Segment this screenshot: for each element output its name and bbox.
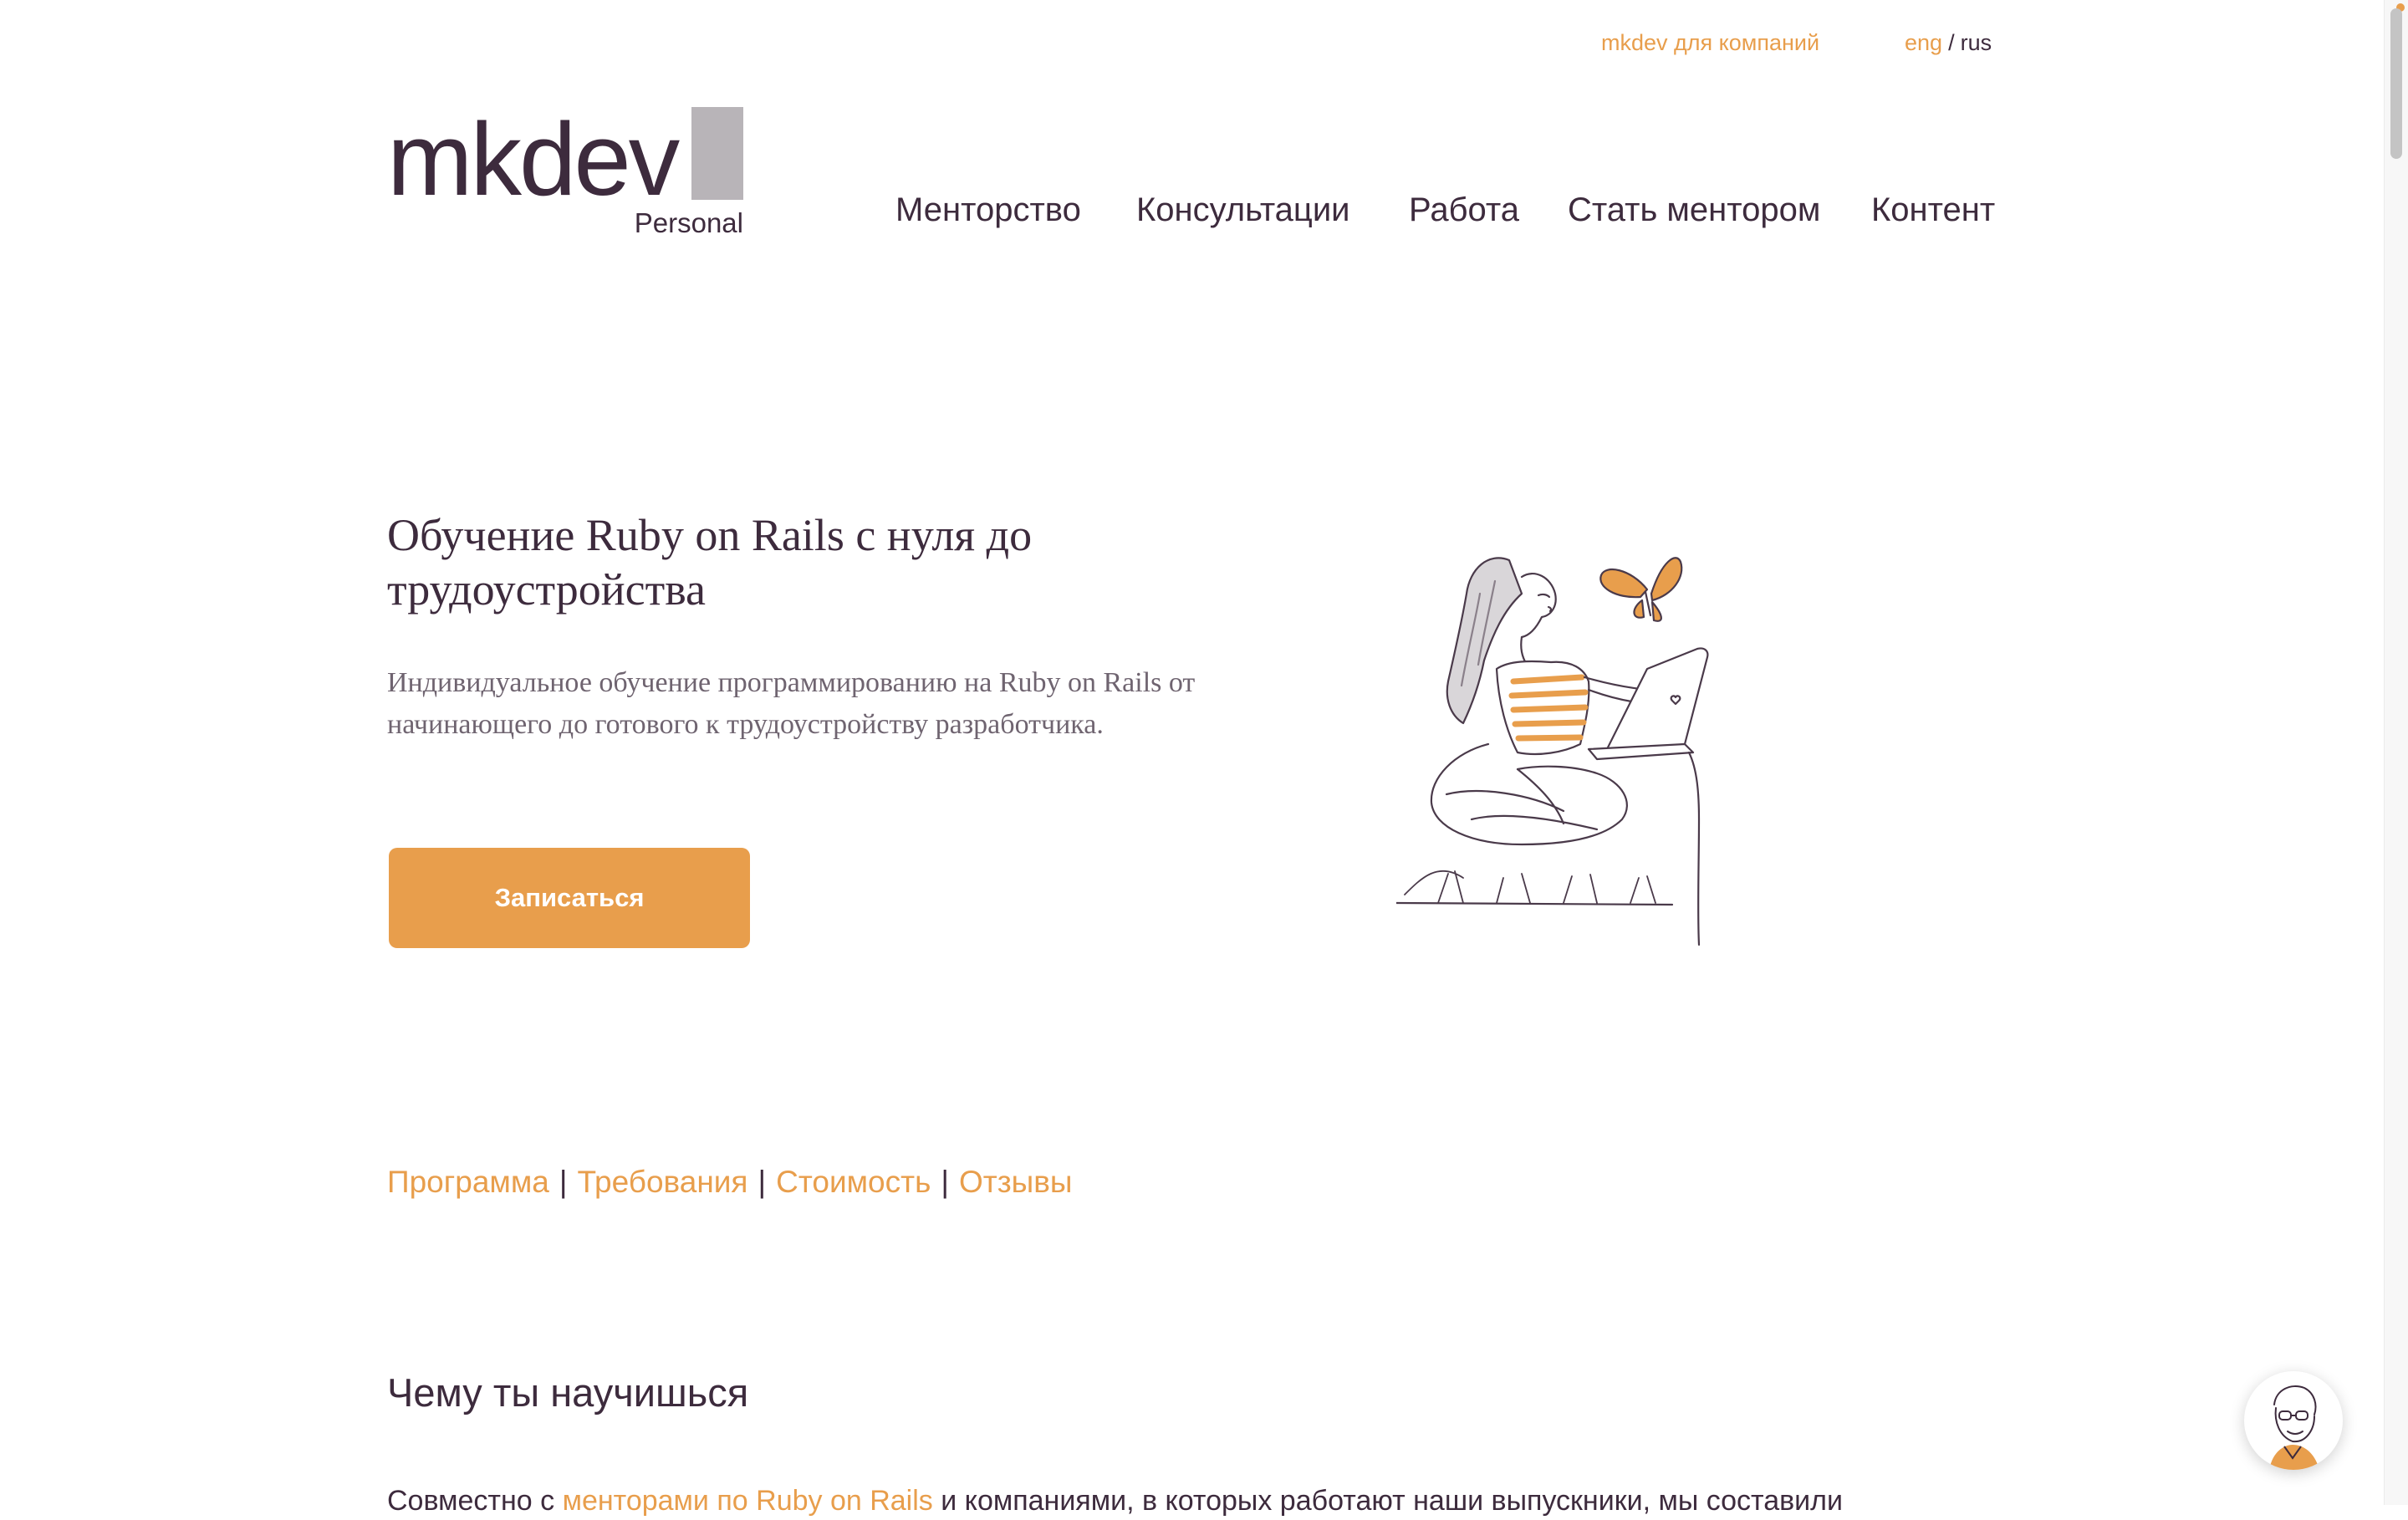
scrollbar-thumb[interactable] (2390, 8, 2402, 159)
nav-item-mentorship[interactable]: Менторство (895, 189, 1081, 231)
anchor-separator: | (758, 1165, 767, 1199)
anchor-price[interactable]: Стоимость (776, 1165, 931, 1199)
signup-button[interactable]: Записаться (389, 848, 750, 948)
anchor-separator: | (559, 1165, 568, 1199)
learn-section-title: Чему ты научишься (387, 1370, 749, 1415)
girl-with-laptop-illustration (1396, 557, 1709, 946)
mentors-link[interactable]: менторами по Ruby on Rails (563, 1485, 933, 1517)
top-bar: mkdev для компаний eng / rus (0, 27, 2408, 60)
anchor-program[interactable]: Программа (387, 1165, 549, 1199)
lang-separator: / (1948, 30, 1955, 55)
learn-text-after: и компаниями, в которых работают наши вы… (932, 1485, 1843, 1517)
hero-description: Индивидуальное обучение программированию… (387, 667, 1196, 740)
main-nav: Менторство Консультации Работа Стать мен… (0, 189, 2408, 232)
anchor-separator: | (941, 1165, 949, 1199)
learn-text-before: Совместно с (387, 1485, 563, 1517)
nav-item-consulting[interactable]: Консультации (1136, 189, 1350, 231)
nav-item-jobs[interactable]: Работа (1409, 189, 1519, 231)
lang-eng-link[interactable]: eng (1905, 30, 1942, 55)
scrollbar[interactable] (2384, 0, 2408, 1505)
butterfly-icon (1599, 557, 1683, 622)
nav-item-become-mentor[interactable]: Стать ментором (1568, 189, 1820, 231)
company-link[interactable]: mkdev для компаний (1601, 30, 1819, 56)
section-anchors: Программа | Требования | Стоимость | Отзывы (387, 1162, 1073, 1202)
lang-rus-current: rus (1960, 30, 1992, 55)
anchor-requirements[interactable]: Требования (577, 1165, 747, 1199)
mentor-avatar-icon (2245, 1372, 2342, 1470)
chat-widget-button[interactable] (2244, 1371, 2343, 1470)
anchor-reviews[interactable]: Отзывы (959, 1165, 1073, 1199)
logo-block (691, 107, 743, 200)
language-switcher: eng / rus (1905, 30, 1992, 56)
nav-item-content[interactable]: Контент (1871, 189, 1995, 231)
learn-section-text: Совместно с менторами по Ruby on Rails и… (387, 1482, 2059, 1520)
hero-title: Обучение Ruby on Rails с нуля до трудоус… (387, 510, 1033, 615)
